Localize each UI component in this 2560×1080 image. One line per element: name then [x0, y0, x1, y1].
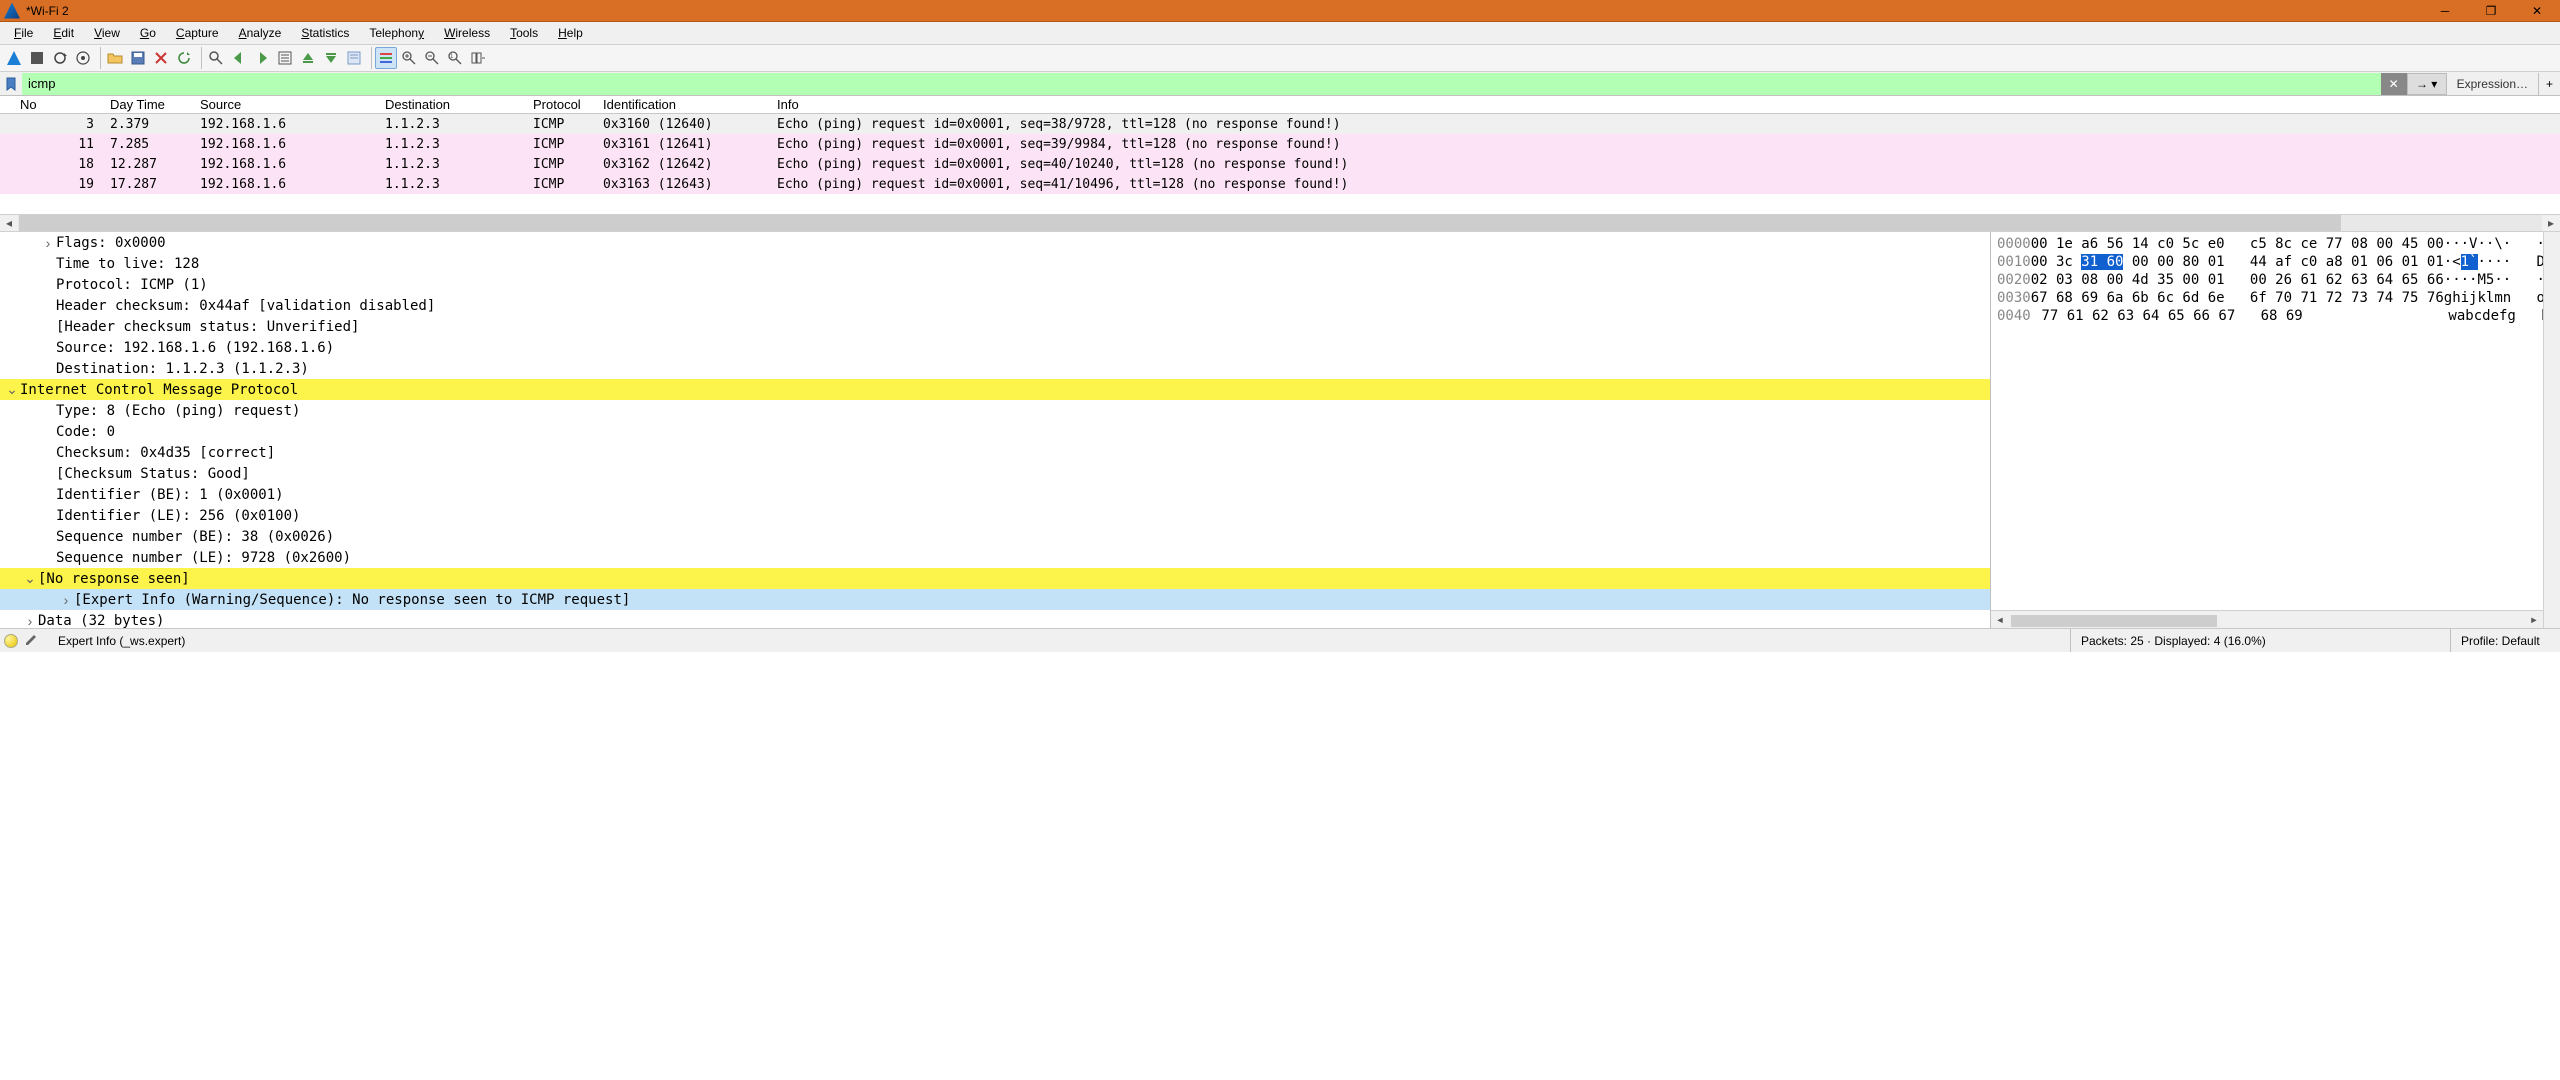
go-to-packet-icon[interactable]	[274, 47, 296, 69]
status-bar: Expert Info (_ws.expert) Packets: 25 · D…	[0, 628, 2560, 652]
display-filter-input[interactable]	[22, 73, 2381, 95]
status-profile[interactable]: Profile: Default	[2450, 629, 2560, 652]
hex-horizontal-scrollbar[interactable]: ◂ ▸	[1991, 610, 2543, 628]
status-packet-count: Packets: 25 · Displayed: 4 (16.0%)	[2070, 629, 2450, 652]
menu-telephony[interactable]: Telephony	[359, 23, 434, 43]
close-file-icon[interactable]	[150, 47, 172, 69]
col-dest[interactable]: Destination	[379, 96, 527, 113]
start-capture-icon[interactable]	[3, 47, 25, 69]
hex-row[interactable]: 004077 61 62 63 64 65 66 67 68 69wabcdef…	[1997, 308, 2558, 326]
title-bar: *Wi-Fi 2 ─ ❐ ✕	[0, 0, 2560, 22]
menu-tools[interactable]: Tools	[500, 23, 548, 43]
colorize-icon[interactable]	[375, 47, 397, 69]
add-filter-button[interactable]: +	[2538, 73, 2560, 95]
find-packet-icon[interactable]	[205, 47, 227, 69]
packet-row[interactable]: 11 7.285 192.168.1.6 1.1.2.3 ICMP 0x3161…	[0, 134, 2560, 154]
restart-capture-icon[interactable]	[49, 47, 71, 69]
reload-file-icon[interactable]	[173, 47, 195, 69]
menu-capture[interactable]: Capture	[166, 23, 229, 43]
bookmark-filter-icon[interactable]	[0, 73, 22, 95]
col-info[interactable]: Info	[771, 96, 2560, 113]
collapse-icon[interactable]: ⌄	[22, 570, 38, 587]
icmp-protocol-row[interactable]: ⌄Internet Control Message Protocol	[0, 379, 1990, 400]
edit-capture-icon[interactable]	[24, 631, 40, 650]
scroll-left-icon[interactable]: ◂	[0, 215, 18, 231]
maximize-button[interactable]: ❐	[2468, 0, 2514, 22]
toolbar: 1	[0, 45, 2560, 72]
close-button[interactable]: ✕	[2514, 0, 2560, 22]
col-source[interactable]: Source	[194, 96, 379, 113]
hex-row[interactable]: 002002 03 08 00 4d 35 00 01 00 26 61 62 …	[1997, 272, 2558, 290]
status-expert-info: Expert Info (_ws.expert)	[44, 634, 2070, 648]
expand-icon[interactable]: ›	[22, 613, 38, 629]
hex-row[interactable]: 001000 3c 31 60 00 00 80 01 44 af c0 a8 …	[1997, 254, 2558, 272]
col-no[interactable]: No	[14, 96, 104, 113]
expert-level-icon[interactable]	[4, 634, 18, 648]
hex-dump-pane[interactable]: 000000 1e a6 56 14 c0 5c e0 c5 8c ce 77 …	[1990, 232, 2560, 628]
packet-list-scrollbar[interactable]: ◂ ▸	[0, 214, 2560, 232]
hex-row[interactable]: 000000 1e a6 56 14 c0 5c e0 c5 8c ce 77 …	[1997, 236, 2558, 254]
scroll-right-icon[interactable]: ▸	[2525, 612, 2543, 628]
open-file-icon[interactable]	[104, 47, 126, 69]
zoom-in-icon[interactable]	[398, 47, 420, 69]
zoom-out-icon[interactable]	[421, 47, 443, 69]
auto-scroll-icon[interactable]	[343, 47, 365, 69]
clear-filter-button[interactable]: ✕	[2381, 73, 2407, 95]
col-id[interactable]: Identification	[597, 96, 771, 113]
go-first-icon[interactable]	[297, 47, 319, 69]
packet-details-pane[interactable]: ›Flags: 0x0000 Time to live: 128 Protoco…	[0, 232, 1990, 628]
save-file-icon[interactable]	[127, 47, 149, 69]
app-logo-icon	[4, 3, 20, 19]
window-title: *Wi-Fi 2	[24, 4, 2422, 18]
go-back-icon[interactable]	[228, 47, 250, 69]
hex-vertical-scrollbar[interactable]	[2543, 232, 2560, 628]
hex-row[interactable]: 003067 68 69 6a 6b 6c 6d 6e 6f 70 71 72 …	[1997, 290, 2558, 308]
minimize-button[interactable]: ─	[2422, 0, 2468, 22]
col-proto[interactable]: Protocol	[527, 96, 597, 113]
scroll-right-icon[interactable]: ▸	[2542, 215, 2560, 231]
filter-bar: ✕ → ▾ Expression… +	[0, 72, 2560, 96]
zoom-reset-icon[interactable]: 1	[444, 47, 466, 69]
col-time[interactable]: Day Time	[104, 96, 194, 113]
menu-file[interactable]: File	[4, 23, 43, 43]
packet-row[interactable]: 18 12.287 192.168.1.6 1.1.2.3 ICMP 0x316…	[0, 154, 2560, 174]
expand-icon[interactable]: ›	[58, 592, 74, 608]
expert-info-row[interactable]: ›[Expert Info (Warning/Sequence): No res…	[0, 589, 1990, 610]
no-response-row[interactable]: ⌄[No response seen]	[0, 568, 1990, 589]
expand-icon[interactable]: ›	[40, 235, 56, 251]
menu-statistics[interactable]: Statistics	[291, 23, 359, 43]
capture-options-icon[interactable]	[72, 47, 94, 69]
expression-button[interactable]: Expression…	[2447, 77, 2538, 91]
menu-wireless[interactable]: Wireless	[434, 23, 500, 43]
menu-go[interactable]: Go	[130, 23, 166, 43]
apply-filter-button[interactable]: → ▾	[2407, 73, 2447, 95]
packet-list[interactable]: 3 2.379 192.168.1.6 1.1.2.3 ICMP 0x3160 …	[0, 114, 2560, 214]
scroll-left-icon[interactable]: ◂	[1991, 612, 2009, 628]
go-last-icon[interactable]	[320, 47, 342, 69]
menu-analyze[interactable]: Analyze	[229, 23, 292, 43]
resize-columns-icon[interactable]	[467, 47, 489, 69]
menu-edit[interactable]: Edit	[43, 23, 84, 43]
collapse-icon[interactable]: ⌄	[4, 381, 20, 398]
menu-bar: File Edit View Go Capture Analyze Statis…	[0, 22, 2560, 45]
menu-view[interactable]: View	[84, 23, 130, 43]
go-forward-icon[interactable]	[251, 47, 273, 69]
svg-text:1: 1	[450, 54, 454, 60]
packet-row[interactable]: 19 17.287 192.168.1.6 1.1.2.3 ICMP 0x316…	[0, 174, 2560, 194]
packet-list-header: No Day Time Source Destination Protocol …	[0, 96, 2560, 114]
packet-row[interactable]: 3 2.379 192.168.1.6 1.1.2.3 ICMP 0x3160 …	[0, 114, 2560, 134]
stop-capture-icon[interactable]	[26, 47, 48, 69]
menu-help[interactable]: Help	[548, 23, 593, 43]
